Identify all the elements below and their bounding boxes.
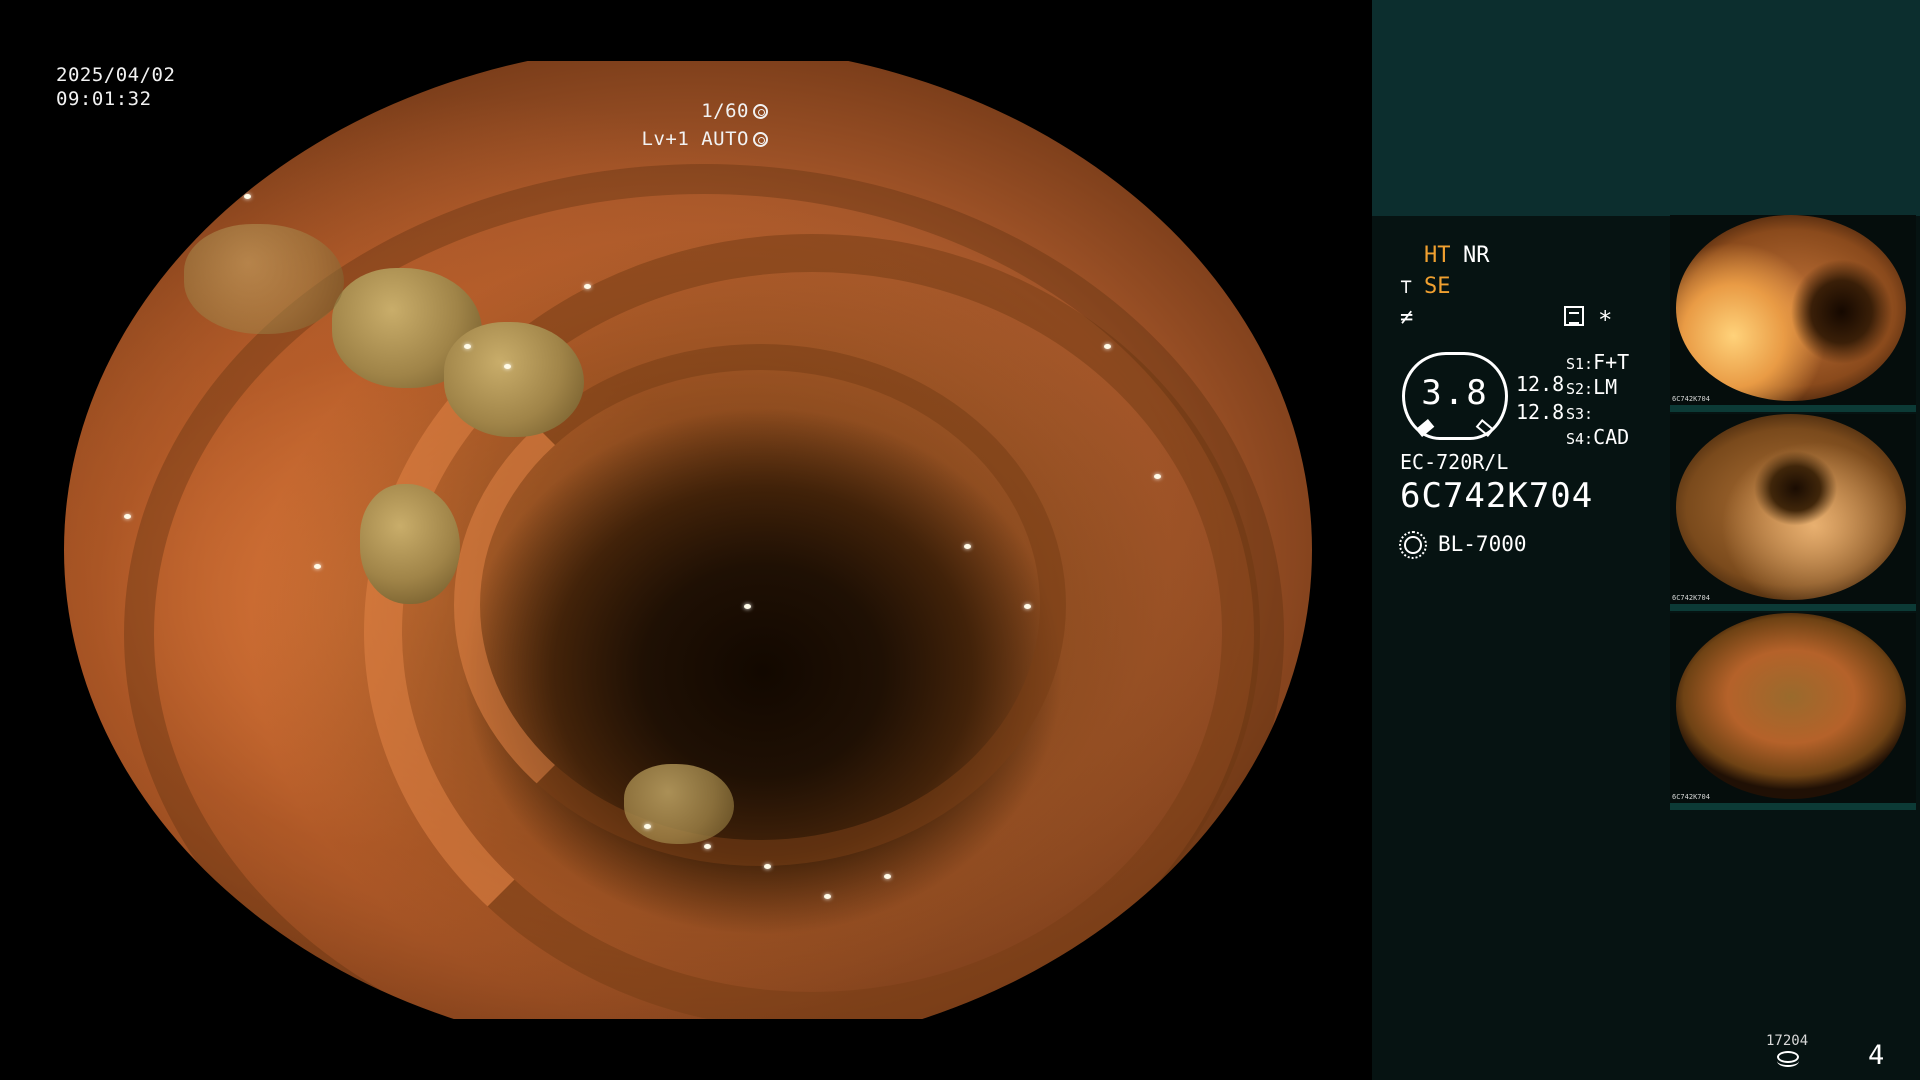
se-indicator: SE <box>1424 274 1451 299</box>
light-reflection <box>1154 474 1161 479</box>
thumbnail-serial: 6C742K704 <box>1672 793 1710 801</box>
light-source-icon <box>1399 531 1427 559</box>
scope-model: EC-720R/L <box>1400 450 1509 474</box>
light-reflection <box>764 864 771 869</box>
switch-key: S1: <box>1566 355 1594 373</box>
endoscope-live-view: 2025/04/02 09:01:32 1/60 Lv+1 AUTO <box>0 0 1372 1080</box>
light-reflection <box>824 894 831 899</box>
stool-residue <box>360 484 460 604</box>
asterisk-icon: * <box>1598 306 1613 334</box>
thumbnail-serial: 6C742K704 <box>1672 594 1710 602</box>
thumbnail-image <box>1676 215 1906 401</box>
thumbnail-serial: 6C742K704 <box>1672 395 1710 403</box>
switch-s1: S1:F+T <box>1566 350 1629 374</box>
magnification-value: 3.8 <box>1421 373 1489 413</box>
nr-indicator: NR <box>1463 243 1490 268</box>
switch-key: S3: <box>1566 405 1594 423</box>
switch-s2: S2:LM <box>1566 375 1617 399</box>
switch-s4: S4:CAD <box>1566 425 1629 449</box>
edge-enhance-icon: ⊤ <box>1400 274 1413 298</box>
storage-icon <box>1777 1051 1799 1067</box>
light-reflection <box>124 514 131 519</box>
thumbnail-image <box>1676 613 1906 799</box>
exam-date: 2025/04/02 <box>56 64 176 86</box>
light-source-model: BL-7000 <box>1438 532 1527 556</box>
switch-key: S2: <box>1566 380 1594 398</box>
captured-image-thumbnail[interactable]: 6C742K704 <box>1670 613 1916 810</box>
switch-s3: S3: <box>1566 400 1593 424</box>
stool-residue <box>444 322 584 437</box>
setting-value-a: 12.8 <box>1516 372 1565 396</box>
thumbnail-image <box>1676 414 1906 600</box>
stool-residue <box>184 224 344 334</box>
light-reflection <box>704 844 711 849</box>
brightness-level-value: Lv+1 AUTO <box>641 128 749 150</box>
stool-residue <box>624 764 734 844</box>
light-reflection <box>314 564 321 569</box>
light-reflection <box>244 194 251 199</box>
setting-value-b: 12.8 <box>1516 400 1565 424</box>
switch-value: F+T <box>1593 350 1630 374</box>
switch-value: CAD <box>1593 425 1630 449</box>
zoom-marker-filled-icon <box>1415 419 1435 437</box>
zoom-marker-outline-icon <box>1475 419 1495 437</box>
page-number: 4 <box>1868 1040 1885 1071</box>
status-panel: HT NR ⊤ SE ≠ * 3.8 12.8 12.8 S1:F+T S2:L… <box>1372 0 1920 1080</box>
light-reflection <box>884 874 891 879</box>
ht-indicator: HT <box>1424 243 1451 268</box>
iris-icon <box>753 132 768 147</box>
captured-image-thumbnail[interactable]: 6C742K704 <box>1670 414 1916 611</box>
light-reflection <box>964 544 971 549</box>
light-reflection <box>504 364 511 369</box>
endoscopy-screen: 2025/04/02 09:01:32 1/60 Lv+1 AUTO HT NR… <box>0 0 1920 1080</box>
endoscope-image <box>64 61 1312 1019</box>
settings-list-icon <box>1564 306 1584 326</box>
magnification-badge: 3.8 <box>1402 352 1508 440</box>
shutter-icon <box>753 104 768 119</box>
light-reflection <box>1104 344 1111 349</box>
structure-enhance-icon: ≠ <box>1400 305 1414 330</box>
light-reflection <box>744 604 751 609</box>
light-reflection <box>1024 604 1031 609</box>
captured-image-thumbnail[interactable]: 6C742K704 <box>1670 215 1916 412</box>
switch-value: LM <box>1593 375 1618 399</box>
scope-serial: 6C742K704 <box>1400 476 1594 516</box>
light-reflection <box>464 344 471 349</box>
image-count: 17204 <box>1766 1033 1809 1049</box>
light-reflection <box>644 824 651 829</box>
exam-time: 09:01:32 <box>56 88 152 110</box>
shutter-speed-value: 1/60 <box>701 100 749 122</box>
switch-key: S4: <box>1566 430 1594 448</box>
shutter-speed: 1/60 <box>701 100 768 123</box>
panel-header-area <box>1372 0 1920 216</box>
brightness-level: Lv+1 AUTO <box>642 128 768 151</box>
light-reflection <box>584 284 591 289</box>
